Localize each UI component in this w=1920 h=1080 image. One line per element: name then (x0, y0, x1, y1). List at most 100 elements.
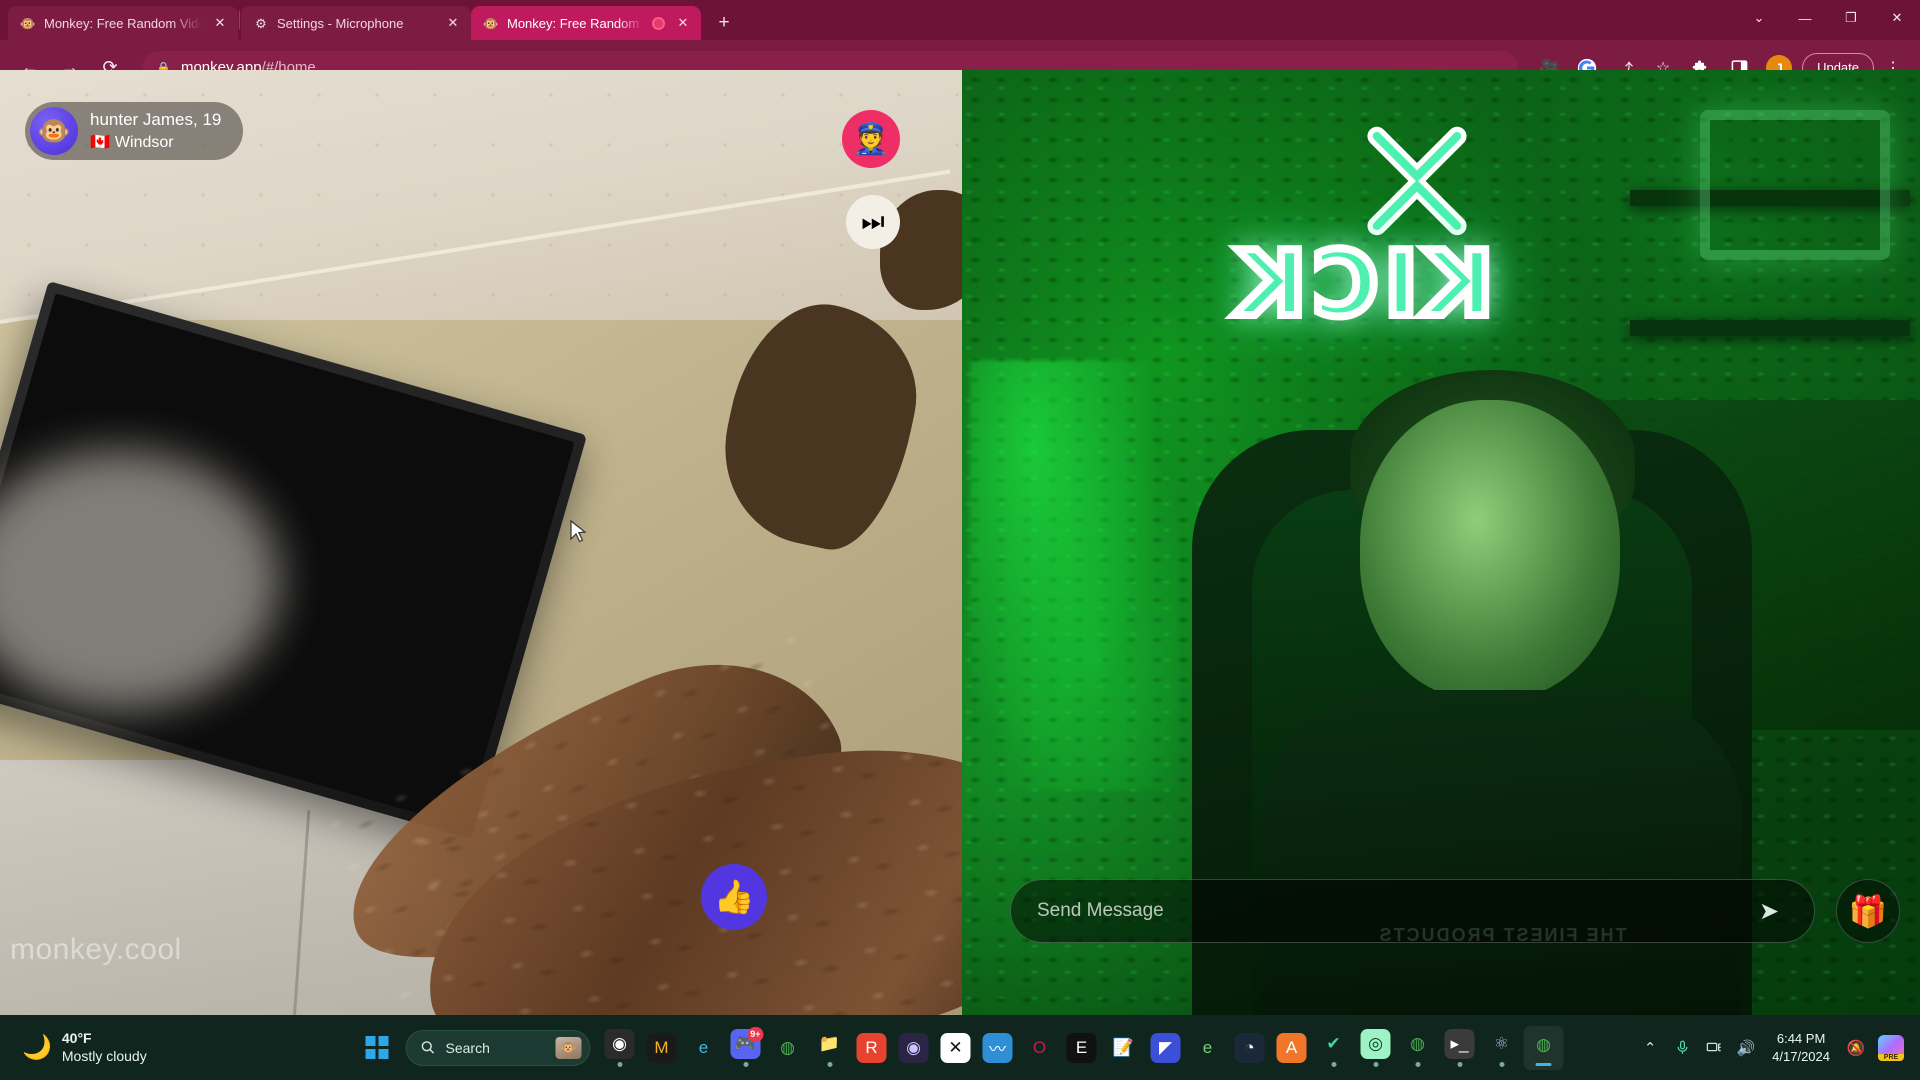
local-video-panel[interactable]: KICK THE FINEST PRODUCTS ➤ 🎁 (962, 70, 1920, 1015)
browser-window: 🐵 Monkey: Free Random Video Cha ✕ ⚙ Sett… (0, 0, 1920, 1015)
network-icon[interactable] (1700, 1028, 1728, 1068)
audio-mixer-icon: ◉ (898, 1032, 929, 1063)
gift-button[interactable]: 🎁 (1836, 879, 1900, 943)
mail-app-icon: M (646, 1032, 677, 1063)
tab-recording-icon (652, 16, 665, 30)
search-thumbnail: 🐵 (555, 1036, 582, 1059)
person-face (1360, 400, 1620, 700)
check-app-icon: ✔ (1326, 1033, 1341, 1053)
taskbar-app-terminal[interactable]: ▸_ (1440, 1026, 1480, 1070)
browser-tab-1[interactable]: 🐵 Monkey: Free Random Video Cha ✕ (8, 6, 238, 40)
notifications-silenced-icon[interactable]: 🔕 (1842, 1028, 1870, 1068)
taskbar-app-steam[interactable]: ◔ (1230, 1026, 1270, 1070)
tab-separator (239, 11, 240, 29)
search-input[interactable]: Search 🐵 (405, 1029, 591, 1066)
running-indicator (1457, 1061, 1462, 1067)
running-indicator (1415, 1061, 1420, 1067)
opera-browser-icon: O (1032, 1037, 1047, 1057)
taskbar-app-chrome-secondary[interactable]: ◍ (1398, 1026, 1438, 1070)
minimize-button[interactable]: — (1782, 0, 1828, 36)
taskbar-app-streamlabs[interactable]: ◎ (1356, 1026, 1396, 1070)
skip-next-button[interactable]: ⏭ (846, 195, 900, 249)
tab-strip: 🐵 Monkey: Free Random Video Cha ✕ ⚙ Sett… (0, 0, 1920, 40)
browser-tab-2[interactable]: ⚙ Settings - Microphone ✕ (241, 6, 471, 40)
taskbar-app-notepad[interactable]: 📝 (1104, 1026, 1144, 1070)
message-input[interactable] (1037, 900, 1750, 922)
send-message-button[interactable]: ➤ (1750, 892, 1788, 930)
remote-video-panel[interactable]: 🐵 hunter James, 19 🇨🇦 Windsor 👮 ⏭ 👍 monk… (0, 70, 962, 1015)
like-button[interactable]: 👍 (701, 864, 767, 930)
person-torso (1262, 690, 1742, 1015)
taskbar-app-mail-app[interactable]: M (642, 1026, 682, 1070)
taskbar-app-epic-games[interactable]: E (1062, 1026, 1102, 1070)
weather-temperature: 40°F (61, 1030, 92, 1046)
remote-video-stream (0, 70, 962, 1015)
taskbar-app-obs-studio[interactable]: ◉ (600, 1026, 640, 1070)
obs-studio-icon: ◉ (604, 1028, 635, 1059)
profile-city: Windsor (114, 133, 174, 151)
notepad-icon: 📝 (1112, 1037, 1135, 1057)
running-indicator (1331, 1061, 1336, 1067)
running-indicator (1535, 1062, 1552, 1066)
taskbar-app-file-explorer[interactable]: 📁 (810, 1026, 850, 1070)
clock-date: 4/17/2024 (1772, 1048, 1830, 1064)
tab-favicon-monkey: 🐵 (482, 15, 500, 31)
copilot-badge: PRE (1878, 1053, 1904, 1061)
message-input-bar[interactable]: ➤ (1010, 879, 1815, 943)
running-indicator (1373, 1061, 1378, 1067)
running-indicator (743, 1061, 748, 1067)
taskbar-app-chrome-active[interactable]: ◍ (1523, 1025, 1564, 1070)
taskbar-app-check-app[interactable]: ✔ (1314, 1026, 1354, 1070)
weather-widget[interactable]: 🌙 40°F Mostly cloudy (0, 1030, 250, 1065)
steam-icon: ◔ (1234, 1032, 1265, 1063)
system-tray: ⌃ 🔊 6:44 PM 4/17/2024 🔕 PRE (1636, 1028, 1920, 1068)
taskbar-app-google-chrome[interactable]: ◍ (768, 1026, 808, 1070)
volume-icon[interactable]: 🔊 (1732, 1028, 1760, 1068)
tab-favicon-settings: ⚙ (255, 15, 267, 31)
microsoft-edge-icon: e (698, 1037, 709, 1057)
taskbar-app-orange-a-app[interactable]: A (1272, 1026, 1312, 1070)
clock[interactable]: 6:44 PM 4/17/2024 (1764, 1030, 1838, 1065)
electron-app-icon: ⚛ (1493, 1033, 1510, 1053)
taskbar-app-electron-app[interactable]: ⚛ (1482, 1026, 1522, 1070)
tab-search-icon[interactable]: ⌄ (1736, 0, 1782, 36)
microphone-icon[interactable] (1668, 1028, 1696, 1068)
tab-close-icon[interactable]: ✕ (210, 13, 230, 33)
tab-close-icon[interactable]: ✕ (673, 13, 693, 33)
taskbar-app-microsoft-edge[interactable]: e (684, 1026, 724, 1070)
tab-close-icon[interactable]: ✕ (443, 13, 463, 33)
taskbar-app-edge-dev[interactable]: e (1188, 1026, 1228, 1070)
running-indicator (827, 1061, 832, 1067)
taskbar-app-opera-browser[interactable]: O (1020, 1026, 1060, 1070)
browser-tab-3-active[interactable]: 🐵 Monkey: Free Random Video ✕ (471, 6, 701, 40)
taskbar-app-blue-app[interactable]: ◤ (1146, 1026, 1186, 1070)
taskbar-app-rockstar-launcher[interactable]: R (852, 1026, 892, 1070)
monkey-app-page: 🐵 hunter James, 19 🇨🇦 Windsor 👮 ⏭ 👍 monk… (0, 70, 1920, 1015)
blue-app-icon: ◤ (1150, 1032, 1181, 1063)
copilot-icon[interactable]: PRE (1874, 1028, 1908, 1068)
start-button[interactable] (357, 1028, 397, 1068)
search-placeholder: Search (445, 1039, 490, 1056)
neon-x-logo-icon (1367, 126, 1467, 236)
capcut-icon: ✕ (940, 1032, 971, 1063)
taskbar-app-waveform-editor[interactable]: 〰 (978, 1026, 1018, 1070)
report-button[interactable]: 👮 (842, 110, 900, 168)
taskbar-app-audio-mixer[interactable]: ◉ (894, 1026, 934, 1070)
taskbar-app-discord[interactable]: 🎮 9+ (726, 1026, 766, 1070)
edge-dev-icon: e (1202, 1037, 1213, 1057)
profile-text: hunter James, 19 🇨🇦 Windsor (90, 109, 221, 154)
new-tab-button[interactable]: + (709, 8, 739, 38)
tab-title: Monkey: Free Random Video (507, 15, 644, 31)
remote-user-profile-card[interactable]: 🐵 hunter James, 19 🇨🇦 Windsor (25, 102, 244, 160)
weather-text: 40°F Mostly cloudy (62, 1030, 147, 1065)
maximize-button[interactable]: ❐ (1828, 0, 1874, 36)
windows-logo-icon (365, 1036, 388, 1059)
taskbar-app-capcut[interactable]: ✕ (936, 1026, 976, 1070)
google-chrome-icon: ◍ (780, 1037, 795, 1057)
show-hidden-icons-button[interactable]: ⌃ (1636, 1028, 1664, 1068)
waveform-editor-icon: 〰 (982, 1032, 1013, 1063)
close-window-button[interactable]: ✕ (1874, 0, 1920, 36)
chrome-active-icon: ◍ (1536, 1034, 1551, 1054)
window-controls: ⌄ — ❐ ✕ (1736, 0, 1920, 36)
profile-location: 🇨🇦 Windsor (90, 132, 221, 154)
